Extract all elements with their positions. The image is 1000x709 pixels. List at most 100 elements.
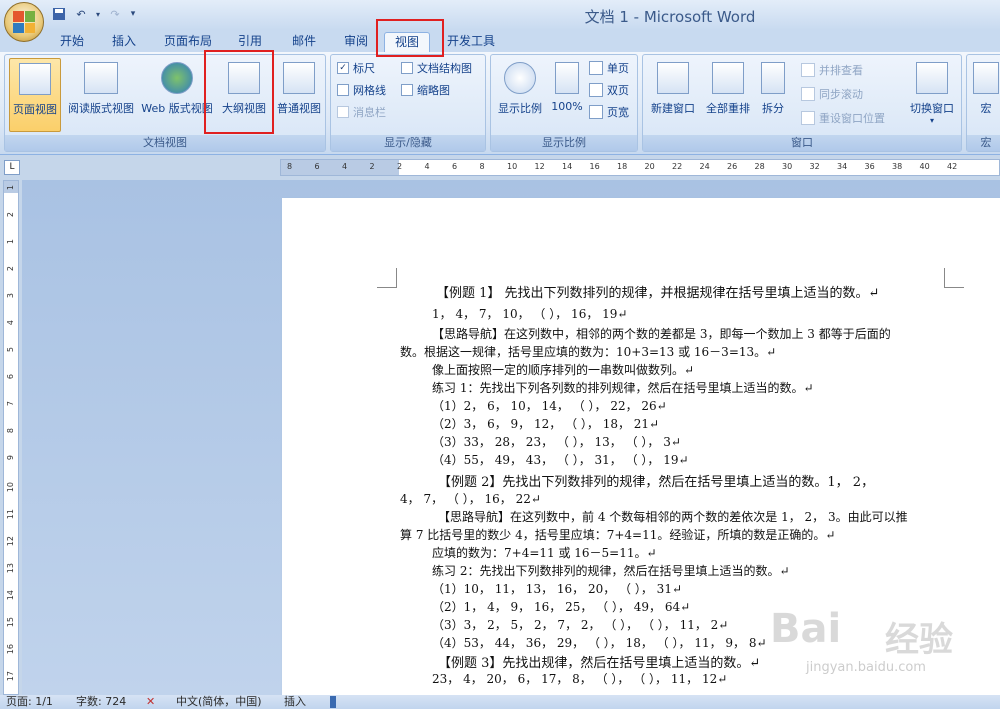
language-status[interactable]: 中文(简体，中国): [176, 695, 262, 709]
document-line: （4）55， 49， 43， （ ）， 31， （ ）， 19↵: [432, 453, 689, 467]
ruler-checkbox[interactable]: ✓ 标尺: [337, 59, 375, 77]
switch-windows-icon: [916, 62, 948, 94]
reset-window-position-button[interactable]: 重设窗口位置: [801, 109, 885, 127]
tab-home[interactable]: 开始: [50, 32, 94, 52]
sync-scroll-icon: [801, 87, 815, 101]
group-label-zoom: 显示比例: [491, 135, 637, 151]
split-icon: [761, 62, 785, 94]
document-workspace[interactable]: 【例题 1】 先找出下列数排列的规律，并根据规律在括号里填上适当的数。↵ 1， 4…: [22, 180, 1000, 695]
ruler-tick-label: 24: [699, 162, 710, 171]
ruler-tick-label: 30: [782, 162, 793, 171]
ruler-tick-label: 14: [562, 162, 573, 171]
vertical-ruler-tick-label: 8: [6, 428, 15, 434]
ruler-tick-label: 6: [314, 162, 320, 171]
two-pages-button[interactable]: 双页: [589, 81, 629, 99]
ruler-tick-label: 8: [287, 162, 293, 171]
tab-review[interactable]: 审阅: [334, 32, 378, 52]
gridlines-checkbox[interactable]: 网格线: [337, 81, 386, 99]
full-screen-reading-button[interactable]: 阅读版式视图: [63, 58, 139, 132]
thumbnails-checkbox[interactable]: 缩略图: [401, 81, 450, 99]
document-map-label: 文档结构图: [417, 62, 472, 75]
group-macros: 宏 宏: [966, 54, 1000, 152]
ruler-tick-label: 2: [397, 162, 403, 171]
switch-windows-button[interactable]: 切换窗口 ▾: [905, 58, 959, 132]
document-line: （1）10， 11， 13， 16， 20， （ ）， 31↵: [432, 582, 683, 596]
document-line: （2）3， 6， 9， 12， （ ）， 18， 21↵: [432, 417, 660, 431]
page-width-icon: [589, 105, 603, 119]
ribbon: 页面视图 阅读版式视图 Web 版式视图 大纲视图 普通视图 文档视图 ✓ 标尺 …: [0, 52, 1000, 155]
thumbnails-label: 缩略图: [417, 84, 450, 97]
page-width-label: 页宽: [607, 106, 629, 119]
vertical-ruler-tick-label: 11: [6, 509, 15, 520]
arrange-all-button[interactable]: 全部重排: [701, 58, 755, 132]
page-count[interactable]: 页面: 1/1: [6, 695, 53, 709]
tab-references[interactable]: 引用: [228, 32, 272, 52]
print-layout-button[interactable]: 页面视图: [9, 58, 61, 132]
ruler-tick-label: 36: [864, 162, 875, 171]
unchecked-icon: [401, 62, 413, 74]
vertical-ruler-tick-label: 16: [6, 644, 15, 655]
new-window-button[interactable]: 新建窗口: [647, 58, 699, 132]
one-page-icon: [589, 61, 603, 75]
tab-developer[interactable]: 开发工具: [440, 32, 502, 52]
one-page-button[interactable]: 单页: [589, 59, 629, 77]
page-width-button[interactable]: 页宽: [589, 103, 629, 121]
document-line: （3）33， 28， 23， （ ）， 13， （ ）， 3↵: [432, 435, 681, 449]
ruler-tick-label: 12: [534, 162, 545, 171]
tab-selector-icon[interactable]: L: [4, 160, 20, 175]
document-line: 【例题 2】先找出下列数排列的规律，然后在括号里填上适当的数。1， 2，: [438, 475, 875, 490]
message-bar-checkbox[interactable]: 消息栏: [337, 103, 386, 121]
checked-icon: ✓: [337, 62, 349, 74]
ruler-tick-label: 26: [727, 162, 738, 171]
ruler-tick-label: 38: [892, 162, 903, 171]
two-pages-label: 双页: [607, 84, 629, 97]
vertical-ruler-tick-label: 14: [6, 590, 15, 601]
document-line: （2）1， 4， 9， 16， 25， （ ）， 49， 64↵: [432, 600, 691, 614]
vertical-ruler-tick-label: 17: [6, 671, 15, 682]
tab-insert[interactable]: 插入: [102, 32, 146, 52]
split-label: 拆分: [762, 102, 784, 115]
side-by-side-icon: [801, 63, 815, 77]
macros-button[interactable]: 宏: [969, 58, 1000, 132]
vertical-ruler-tick-label: 10: [6, 482, 15, 493]
group-label-document-views: 文档视图: [5, 135, 325, 151]
sync-scroll-button[interactable]: 同步滚动: [801, 85, 863, 103]
document-line: （1）2， 6， 10， 14， （ ）， 22， 26↵: [432, 399, 667, 413]
insert-mode[interactable]: 插入: [284, 695, 306, 709]
vertical-ruler-tick-label: 2: [6, 266, 15, 272]
split-button[interactable]: 拆分: [757, 58, 789, 132]
vertical-ruler-tick-label: 9: [6, 455, 15, 461]
gridlines-label: 网格线: [353, 84, 386, 97]
web-layout-icon: [161, 62, 193, 94]
vertical-ruler[interactable]: 12123456789101112131415161718: [3, 180, 19, 708]
tab-page-layout[interactable]: 页面布局: [156, 32, 220, 52]
unchecked-icon: [337, 106, 349, 118]
document-line: 数。根据这一规律，括号里应填的数为：10+3=13 或 16－3=13。↵: [400, 345, 777, 359]
macros-label: 宏: [980, 102, 992, 115]
side-by-side-button[interactable]: 并排查看: [801, 61, 863, 79]
ruler-tick-label: 16: [589, 162, 600, 171]
ruler-tick-label: 18: [617, 162, 628, 171]
draft-view-button[interactable]: 普通视图: [273, 58, 325, 132]
document-map-checkbox[interactable]: 文档结构图: [401, 59, 472, 77]
zoom-button[interactable]: 显示比例: [493, 58, 547, 132]
vertical-ruler-tick-label: 12: [6, 536, 15, 547]
magnifier-icon: [504, 62, 536, 94]
macro-recording-icon[interactable]: [330, 696, 336, 708]
document-page[interactable]: 【例题 1】 先找出下列数排列的规律，并根据规律在括号里填上适当的数。↵ 1， 4…: [282, 198, 1000, 695]
print-layout-icon: [19, 63, 51, 95]
office-button[interactable]: [4, 2, 44, 42]
ruler-tick-label: 22: [672, 162, 683, 171]
vertical-ruler-tick-label: 1: [6, 185, 15, 191]
document-line: 1， 4， 7， 10， （ ）， 16， 19↵: [432, 307, 628, 321]
zoom-100-button[interactable]: 100%: [547, 58, 587, 132]
proofing-icon[interactable]: ✕: [146, 695, 155, 709]
document-line: （3）3， 2， 5， 2， 7， 2， （ ）， （ ）， 11， 2↵: [432, 618, 729, 632]
draft-view-icon: [283, 62, 315, 94]
two-pages-icon: [589, 83, 603, 97]
zoom-label: 显示比例: [498, 102, 542, 115]
word-count[interactable]: 字数: 724: [76, 695, 126, 709]
horizontal-ruler[interactable]: 8 6 4 2 2 4 6 8 10 12 14 16 18 20 22 24 26 28 30 32 34 36 38 40…: [280, 159, 1000, 176]
highlight-view-tab: [376, 19, 444, 57]
tab-mailings[interactable]: 邮件: [282, 32, 326, 52]
